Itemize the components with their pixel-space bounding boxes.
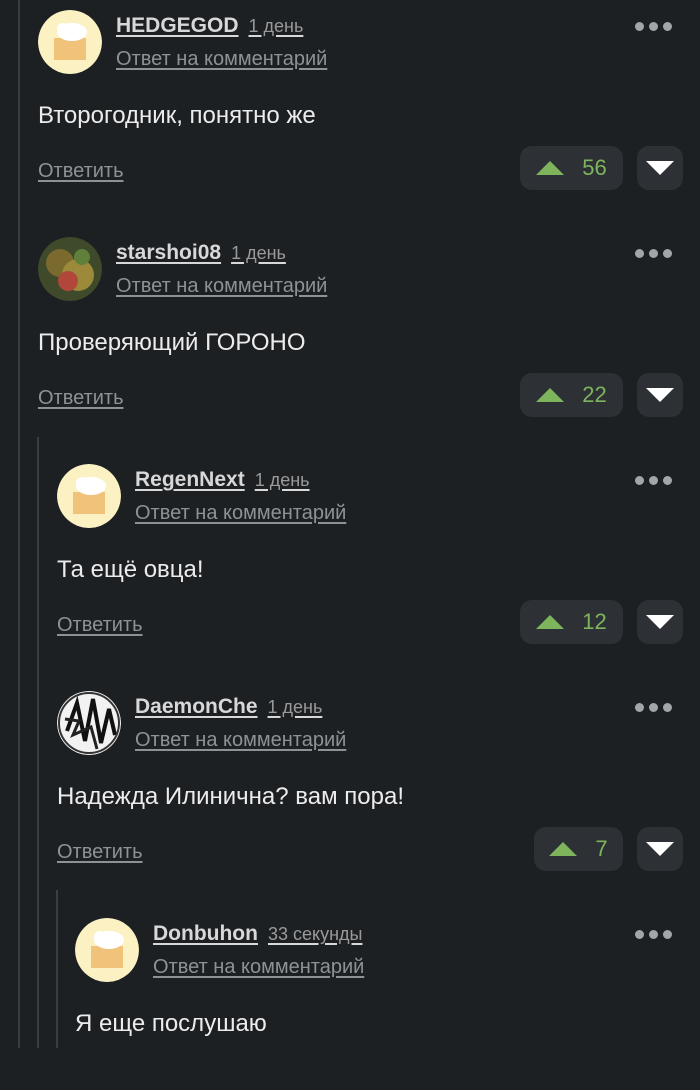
username-link[interactable]: DaemonChe 1 день	[135, 695, 322, 719]
parent-comment-link[interactable]: Ответ на комментарий	[135, 502, 346, 525]
comment: Donbuhon 33 секунды Ответ на комментарий …	[75, 918, 700, 1048]
comment-text: Надежда Илинична? вам пора!	[57, 783, 404, 810]
timestamp: 1 день	[267, 697, 323, 717]
more-options-icon[interactable]	[635, 476, 672, 485]
rating-count: 22	[582, 382, 607, 407]
parent-comment-link[interactable]: Ответ на комментарий	[153, 956, 364, 979]
comment: DaemonChe 1 день Ответ на комментарий Над…	[57, 691, 700, 881]
username-link[interactable]: Donbuhon 33 секунды	[153, 922, 362, 946]
comment-text: Та ещё овца!	[57, 556, 204, 583]
downvote-button[interactable]	[637, 827, 683, 871]
more-options-icon[interactable]	[635, 703, 672, 712]
username-link[interactable]: RegenNext 1 день	[135, 468, 310, 492]
reply-button[interactable]: Ответить	[57, 614, 143, 637]
thread-line	[37, 437, 39, 1048]
comment-text: Проверяющий ГОРОНО	[38, 329, 306, 356]
downvote-arrow-icon	[646, 842, 674, 856]
comment: starshoi08 1 день Ответ на комментарий Пр…	[38, 237, 700, 427]
parent-comment-link[interactable]: Ответ на комментарий	[116, 48, 327, 71]
username-link[interactable]: starshoi08 1 день	[116, 241, 286, 265]
avatar[interactable]	[57, 464, 121, 528]
timestamp: 33 секунды	[267, 924, 363, 944]
more-options-icon[interactable]	[635, 22, 672, 31]
comment: RegenNext 1 день Ответ на комментарий Та …	[57, 464, 700, 654]
avatar[interactable]	[38, 237, 102, 301]
upvote-button[interactable]: 12	[520, 600, 623, 644]
upvote-arrow-icon	[549, 842, 578, 856]
upvote-arrow-icon	[536, 161, 565, 175]
upvote-arrow-icon	[536, 615, 565, 629]
comment: HEDGEGOD 1 день Ответ на комментарий Втор…	[38, 10, 700, 200]
comment-text: Второгодник, понятно же	[38, 102, 316, 129]
avatar[interactable]	[57, 691, 121, 755]
downvote-button[interactable]	[637, 373, 683, 417]
avatar[interactable]	[38, 10, 102, 74]
upvote-button[interactable]: 7	[534, 827, 623, 871]
more-options-icon[interactable]	[635, 930, 672, 939]
reply-button[interactable]: Ответить	[38, 160, 124, 183]
timestamp: 1 день	[231, 243, 286, 263]
downvote-arrow-icon	[646, 615, 674, 629]
downvote-button[interactable]	[637, 600, 683, 644]
avatar[interactable]	[75, 918, 139, 982]
reply-button[interactable]: Ответить	[57, 841, 143, 864]
downvote-button[interactable]	[637, 146, 683, 190]
comment-text: Я еще послушаю	[75, 1010, 267, 1037]
parent-comment-link[interactable]: Ответ на комментарий	[116, 275, 327, 298]
rating-count: 12	[582, 609, 607, 634]
reply-button[interactable]: Ответить	[38, 387, 124, 410]
more-options-icon[interactable]	[635, 249, 672, 258]
rating-count: 7	[595, 836, 608, 861]
downvote-arrow-icon	[646, 161, 674, 175]
thread-line	[56, 890, 58, 1048]
downvote-arrow-icon	[646, 388, 674, 402]
parent-comment-link[interactable]: Ответ на комментарий	[135, 729, 346, 752]
username-link[interactable]: HEDGEGOD 1 день	[116, 14, 303, 38]
rating-count: 56	[582, 155, 607, 180]
thread-line	[18, 0, 20, 1048]
upvote-button[interactable]: 22	[520, 373, 623, 417]
timestamp: 1 день	[254, 470, 310, 490]
upvote-arrow-icon	[536, 388, 565, 402]
upvote-button[interactable]: 56	[520, 146, 623, 190]
timestamp: 1 день	[248, 16, 304, 36]
